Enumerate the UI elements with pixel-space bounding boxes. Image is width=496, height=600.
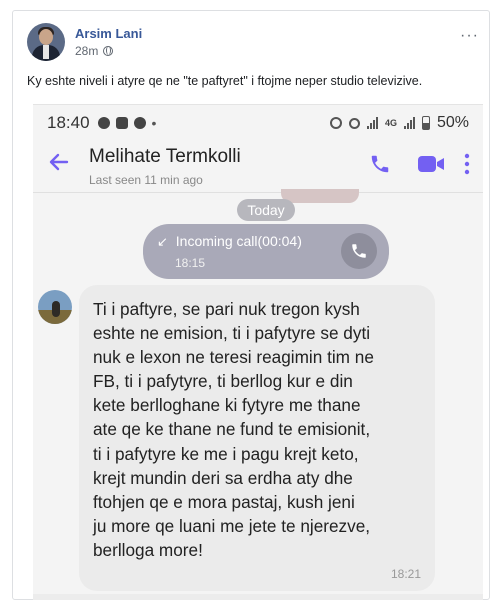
author-name[interactable]: Arsim Lani [75, 26, 142, 41]
message-line: FB, ti i pafytyre, ti berllog kur e din [93, 371, 353, 392]
message-line: Ti i paftyre, se pari nuk tregon kysh [93, 299, 360, 319]
previous-message-fragment [281, 189, 359, 203]
date-divider: Today [237, 199, 295, 221]
more-options-icon[interactable]: ··· [460, 27, 479, 45]
call-time: 18:15 [175, 256, 206, 270]
messenger-icon [97, 117, 110, 129]
incoming-arrow-icon: ↙ [157, 234, 168, 249]
call-title-row: ↙ Incoming call(00:04) [157, 233, 302, 250]
bag-icon [115, 117, 128, 129]
back-arrow-icon[interactable] [47, 150, 71, 174]
message-line: nuk e lexon ne teresi reagimin tim ne [93, 347, 374, 368]
next-message-fragment [33, 594, 483, 600]
battery-icon [421, 116, 430, 130]
overflow-menu-icon[interactable] [464, 153, 470, 175]
message-line: ftohjen qe e mora pastaj, kush jeni [93, 491, 355, 512]
post-header: Arsim Lani 28m [27, 23, 142, 61]
message-line: kete berlloghane ki fytyre me thane [93, 395, 361, 416]
alarm-icon [329, 117, 342, 129]
globe-icon [103, 46, 114, 56]
message-line: krejt mundin deri sa erdha aty dhe [93, 467, 353, 488]
call-back-button[interactable] [341, 233, 377, 269]
status-bar: 18:40 • 4G 50% [33, 105, 483, 141]
post-timestamp[interactable]: 28m [75, 44, 98, 58]
facebook-post: Arsim Lani 28m ··· Ky eshte niveli i aty… [12, 10, 490, 600]
status-right: 4G 50% [329, 114, 469, 132]
signal-icon [366, 117, 378, 129]
message-line: ate qe ke thane ne fund te emisionit, [93, 419, 371, 440]
phone-icon [352, 244, 366, 258]
post-caption: Ky eshte niveli i atyre qe ne "te paftyr… [27, 74, 423, 88]
video-call-icon[interactable] [417, 154, 445, 174]
network-type: 4G [384, 118, 397, 128]
do-not-disturb-icon [348, 117, 360, 129]
message-time: 18:21 [390, 567, 421, 581]
more-notifications-icon: • [151, 115, 157, 131]
battery-level: 50% [436, 114, 469, 131]
chat-screenshot: 18:40 • 4G 50% Melihate Termkolli Last s… [33, 104, 483, 600]
post-meta: Arsim Lani 28m [75, 26, 142, 58]
message-line: berlloga more! [93, 539, 203, 560]
incoming-message-bubble[interactable]: Ti i paftyre, se pari nuk tregon kysh esh… [79, 285, 435, 591]
message-line: ju more qe luani me jete te njerezve, [93, 515, 371, 536]
sender-avatar[interactable] [38, 290, 72, 324]
author-avatar[interactable] [27, 23, 65, 61]
last-seen-status: Last seen 11 min ago [89, 173, 203, 187]
incoming-call-bubble[interactable]: ↙ Incoming call(00:04) 18:15 [143, 224, 389, 279]
message-line: eshte ne emision, ti i pafytyre se dyti [93, 323, 371, 344]
signal-icon-2 [403, 117, 415, 129]
status-time: 18:40 [47, 113, 90, 132]
message-text: Ti i paftyre, se pari nuk tregon kysh esh… [93, 297, 423, 562]
contact-name[interactable]: Melihate Termkolli [89, 146, 241, 168]
message-line: ti i pafytyre ke me i pagu krejt keto, [93, 443, 359, 464]
chat-app-bar: Melihate Termkolli Last seen 11 min ago [33, 141, 483, 193]
call-label: Incoming call(00:04) [175, 233, 302, 249]
notification-icons: • [97, 115, 157, 131]
phone-call-icon[interactable] [369, 153, 391, 175]
paw-icon [133, 117, 146, 129]
post-time-row: 28m [75, 44, 142, 58]
